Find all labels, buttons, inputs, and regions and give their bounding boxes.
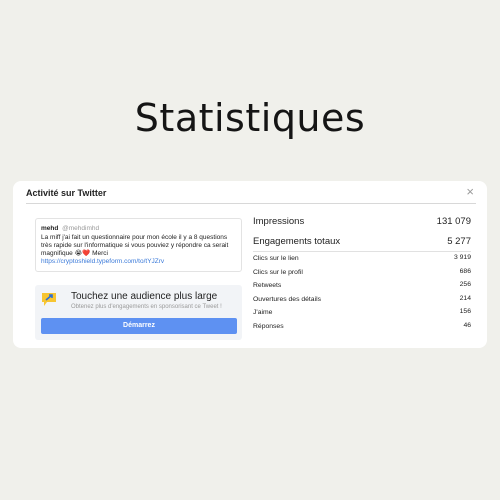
stat-row-profile-clicks: Clics sur le profil 686: [253, 266, 471, 280]
tweet-username: mehd: [41, 225, 59, 232]
megaphone-icon: [42, 293, 56, 306]
promo-title: Touchez une audience plus large: [71, 291, 218, 302]
stat-row-likes: J'aime 156: [253, 306, 471, 320]
stat-value: 156: [459, 308, 471, 315]
twitter-activity-panel: Activité sur Twitter × mehd @mehdimhd La…: [13, 181, 487, 348]
stat-value: 3 919: [453, 254, 471, 261]
stat-value: 131 079: [436, 216, 471, 227]
promo-subtitle: Obtenez plus d'engagements en sponsorisa…: [71, 304, 222, 310]
tweet-preview[interactable]: mehd @mehdimhd La miff j'ai fait un ques…: [35, 218, 242, 272]
stat-label: Clics sur le profil: [253, 268, 303, 276]
tweet-link[interactable]: https://cryptoshield.typeform.com/to/tYJ…: [41, 258, 236, 266]
panel-title: Activité sur Twitter: [26, 188, 107, 198]
stat-row-retweets: Retweets 256: [253, 279, 471, 293]
start-button[interactable]: Démarrez: [41, 318, 237, 334]
stat-label: Ouvertures des détails: [253, 295, 322, 303]
tweet-text: La miff j'ai fait un questionnaire pour …: [41, 234, 229, 257]
tweet-handle: @mehdimhd: [62, 225, 100, 232]
stat-row-link-clicks: Clics sur le lien 3 919: [253, 252, 471, 266]
stat-row-impressions: Impressions 131 079: [253, 211, 471, 231]
stat-label: J'aime: [253, 309, 273, 316]
panel-header: Activité sur Twitter ×: [26, 184, 476, 204]
stat-row-engagements: Engagements totaux 5 277: [253, 231, 471, 251]
promote-box: Touchez une audience plus large Obtenez …: [35, 285, 242, 340]
stats-list: Impressions 131 079 Engagements totaux 5…: [253, 211, 471, 333]
stat-label: Retweets: [253, 282, 282, 289]
stat-label: Impressions: [253, 216, 305, 227]
close-icon[interactable]: ×: [466, 184, 474, 200]
stat-row-replies: Réponses 46: [253, 320, 471, 334]
stat-label: Clics sur le lien: [253, 255, 299, 262]
stat-value: 256: [459, 281, 471, 288]
stat-label: Engagements totaux: [253, 236, 341, 247]
stat-value: 5 277: [447, 236, 471, 247]
stat-value: 214: [459, 294, 471, 302]
stat-label: Réponses: [253, 322, 284, 330]
stat-value: 46: [463, 321, 471, 329]
page-title: Statistiques: [134, 96, 366, 140]
stat-value: 686: [459, 267, 471, 275]
stat-row-detail-expands: Ouvertures des détails 214: [253, 293, 471, 307]
tweet-header: mehd @mehdimhd: [41, 224, 236, 233]
